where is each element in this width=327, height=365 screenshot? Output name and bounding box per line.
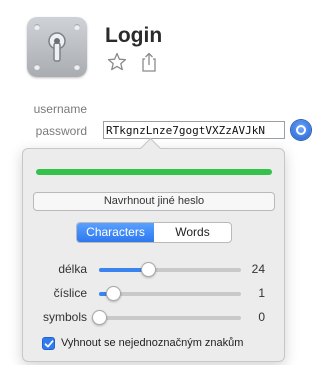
- tab-characters[interactable]: Characters: [77, 223, 154, 242]
- strength-meter-fill: [36, 169, 272, 175]
- checkmark-icon: [44, 340, 54, 348]
- password-generator-button[interactable]: [291, 120, 311, 140]
- login-item-icon: [27, 17, 87, 77]
- share-icon[interactable]: [140, 52, 158, 72]
- length-value: 24: [251, 262, 265, 276]
- item-title: Login: [105, 24, 163, 47]
- digits-label: číslice: [53, 286, 87, 300]
- password-label: password: [35, 124, 87, 138]
- screw-icon: [34, 64, 40, 70]
- screw-icon: [74, 24, 80, 30]
- password-generator-popover: Navrhnout jiné heslo Characters Words dé…: [22, 148, 285, 362]
- avoid-ambiguous-label: Vyhnout se nejednoznačným znakům: [61, 337, 244, 349]
- tab-words[interactable]: Words: [154, 223, 231, 242]
- length-slider[interactable]: [99, 268, 241, 272]
- keyhole-icon: [48, 32, 66, 62]
- symbols-value: 0: [258, 310, 265, 324]
- suggest-password-button[interactable]: Navrhnout jiné heslo: [33, 192, 275, 211]
- symbols-slider-thumb[interactable]: [91, 310, 107, 325]
- strength-meter: [36, 169, 272, 175]
- screw-icon: [74, 64, 80, 70]
- symbols-label: symbols: [42, 310, 87, 324]
- username-label: username: [33, 102, 87, 116]
- length-slider-thumb[interactable]: [141, 262, 157, 277]
- star-icon[interactable]: [107, 52, 127, 72]
- digits-value: 1: [258, 286, 265, 300]
- digits-slider-thumb[interactable]: [105, 286, 121, 301]
- symbols-slider[interactable]: [99, 316, 241, 320]
- length-label: délka: [58, 262, 87, 276]
- avoid-ambiguous-checkbox[interactable]: [42, 337, 55, 350]
- screw-icon: [34, 24, 40, 30]
- password-field[interactable]: RTkgnzLnze7gogtVXZzAVJkN: [103, 121, 285, 139]
- generator-mode-segmented-control: Characters Words: [76, 222, 232, 243]
